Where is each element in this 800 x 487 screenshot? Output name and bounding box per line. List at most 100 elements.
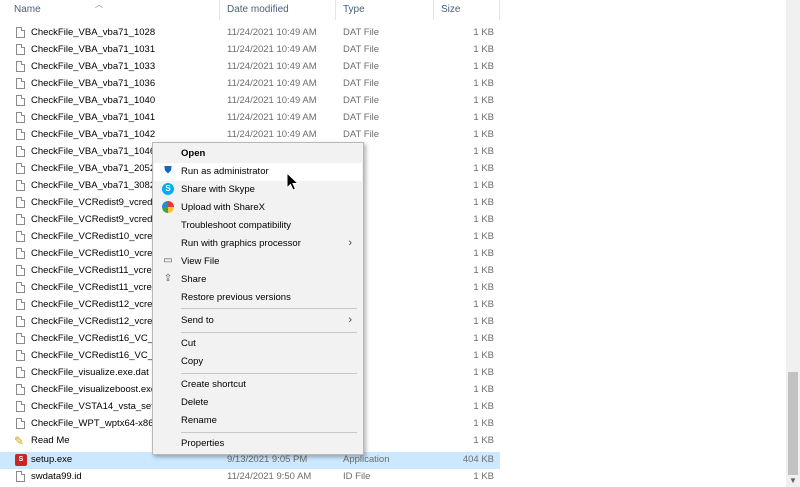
menu-label: Properties — [181, 438, 225, 449]
menu-item-upload-with-sharex[interactable]: Upload with ShareX — [154, 199, 362, 217]
file-icon — [16, 418, 25, 429]
file-icon — [16, 384, 25, 395]
column-type[interactable]: Type — [343, 4, 365, 15]
file-size: 1 KB — [473, 350, 494, 361]
file-row[interactable]: CheckFile_VBA_vba71_1031.exe.dat 11/24/20… — [0, 42, 500, 59]
file-size: 1 KB — [473, 180, 494, 191]
file-name: CheckFile_VCRedist12_vcred — [31, 299, 156, 310]
view-file-icon: ▭ — [163, 255, 173, 266]
menu-item-open[interactable]: Open — [154, 145, 362, 163]
file-size: 1 KB — [473, 471, 494, 482]
context-menu: Open ⛊ Run as administrator S Share with S… — [152, 142, 364, 455]
column-divider[interactable] — [499, 0, 500, 20]
uac-shield-icon: ⛊ — [164, 165, 172, 176]
column-divider[interactable] — [219, 0, 220, 20]
file-row[interactable]: CheckFile_VBA_vba71_1028.exe.dat 11/24/20… — [0, 25, 500, 42]
file-size: 404 KB — [462, 454, 494, 465]
file-size: 1 KB — [473, 435, 494, 446]
menu-label: Share with Skype — [181, 184, 255, 195]
file-date: 11/24/2021 10:49 AM — [227, 61, 317, 72]
mouse-cursor-icon — [286, 172, 300, 191]
sort-ascending-icon[interactable]: ︿ — [95, 0, 103, 10]
file-icon — [16, 197, 25, 208]
menu-label: View File — [181, 256, 220, 267]
file-size: 1 KB — [473, 146, 494, 157]
file-row[interactable]: CheckFile_VBA_vba71_1033.exe.dat 11/24/20… — [0, 59, 500, 76]
file-icon — [16, 367, 25, 378]
file-name: CheckFile_VCRedist11_vcred — [31, 265, 156, 276]
menu-separator — [181, 432, 357, 433]
menu-item-copy[interactable]: Copy — [154, 353, 362, 371]
file-type: DAT File — [343, 61, 380, 72]
file-date: 9/13/2021 9:05 PM — [227, 454, 308, 465]
column-divider[interactable] — [433, 0, 434, 20]
chevron-right-icon: › — [348, 237, 352, 249]
file-name: swdata99.id — [31, 471, 82, 482]
menu-label: Run with graphics processor — [181, 238, 301, 249]
file-name: setup.exe — [31, 454, 73, 465]
file-size: 1 KB — [473, 333, 494, 344]
scrollbar-thumb[interactable] — [788, 372, 798, 475]
menu-item-delete[interactable]: Delete — [154, 394, 362, 412]
file-icon — [16, 401, 25, 412]
column-divider[interactable] — [335, 0, 336, 20]
file-icon — [16, 471, 25, 482]
file-icon — [16, 248, 25, 259]
file-icon — [16, 61, 25, 72]
file-size: 1 KB — [473, 265, 494, 276]
file-icon — [16, 333, 25, 344]
file-icon — [16, 231, 25, 242]
file-icon — [16, 180, 25, 191]
menu-item-rename[interactable]: Rename — [154, 412, 362, 430]
menu-item-view-file[interactable]: ▭ View File — [154, 253, 362, 271]
menu-item-cut[interactable]: Cut — [154, 335, 362, 353]
column-date-modified[interactable]: Date modified — [227, 4, 289, 15]
file-type: DAT File — [343, 44, 380, 55]
menu-item-troubleshoot-compatibility[interactable]: Troubleshoot compatibility — [154, 217, 362, 235]
menu-label: Run as administrator — [181, 166, 269, 177]
file-type: DAT File — [343, 27, 380, 38]
menu-label: Copy — [181, 356, 204, 367]
file-row[interactable]: CheckFile_VBA_vba71_1036.exe.dat 11/24/20… — [0, 76, 500, 93]
file-name: CheckFile_VCRedist9_vcredis — [31, 214, 156, 225]
menu-item-properties[interactable]: Properties — [154, 435, 362, 453]
chevron-right-icon: › — [348, 314, 352, 326]
menu-item-create-shortcut[interactable]: Create shortcut — [154, 376, 362, 394]
file-icon — [16, 78, 25, 89]
menu-item-send-to[interactable]: Send to › — [154, 312, 362, 330]
file-type: DAT File — [343, 95, 380, 106]
file-name: CheckFile_VBA_vba71_1042.exe.dat — [31, 129, 156, 140]
file-type: DAT File — [343, 78, 380, 89]
file-name: CheckFile_VCRedist16_VC_re — [31, 350, 156, 361]
file-size: 1 KB — [473, 248, 494, 259]
menu-item-restore-previous-versions[interactable]: Restore previous versions — [154, 289, 362, 307]
file-type: ID File — [343, 471, 371, 482]
file-row[interactable]: swdata99.id 11/24/2021 9:50 AM ID File 1 KB — [0, 469, 500, 486]
file-size: 1 KB — [473, 95, 494, 106]
menu-item-run-as-administrator[interactable]: ⛊ Run as administrator — [154, 163, 362, 181]
file-size: 1 KB — [473, 112, 494, 123]
file-name: CheckFile_VCRedist9_vcredis — [31, 197, 156, 208]
file-icon — [16, 146, 25, 157]
file-size: 1 KB — [473, 299, 494, 310]
vertical-scrollbar[interactable]: ▼ — [786, 0, 800, 487]
menu-label: Send to — [181, 315, 214, 326]
file-row[interactable]: CheckFile_VBA_vba71_1041.exe.dat 11/24/20… — [0, 110, 500, 127]
file-type: DAT File — [343, 112, 380, 123]
column-size[interactable]: Size — [441, 4, 460, 15]
file-icon — [16, 265, 25, 276]
file-date: 11/24/2021 10:49 AM — [227, 129, 317, 140]
scroll-down-icon[interactable]: ▼ — [789, 476, 797, 485]
file-row[interactable]: CheckFile_VBA_vba71_1040.exe.dat 11/24/20… — [0, 93, 500, 110]
file-size: 1 KB — [473, 197, 494, 208]
file-name: CheckFile_VBA_vba71_1046.e — [31, 146, 156, 157]
menu-item-share-with-skype[interactable]: S Share with Skype — [154, 181, 362, 199]
menu-item-share[interactable]: ⇪ Share — [154, 271, 362, 289]
column-name[interactable]: Name — [14, 4, 41, 15]
file-type: DAT File — [343, 129, 380, 140]
menu-separator — [181, 373, 357, 374]
sharex-icon — [162, 201, 174, 213]
file-size: 1 KB — [473, 61, 494, 72]
column-header: ︿ Name Date modified Type Size — [0, 0, 500, 20]
menu-item-run-with-graphics-processor[interactable]: Run with graphics processor › — [154, 235, 362, 253]
